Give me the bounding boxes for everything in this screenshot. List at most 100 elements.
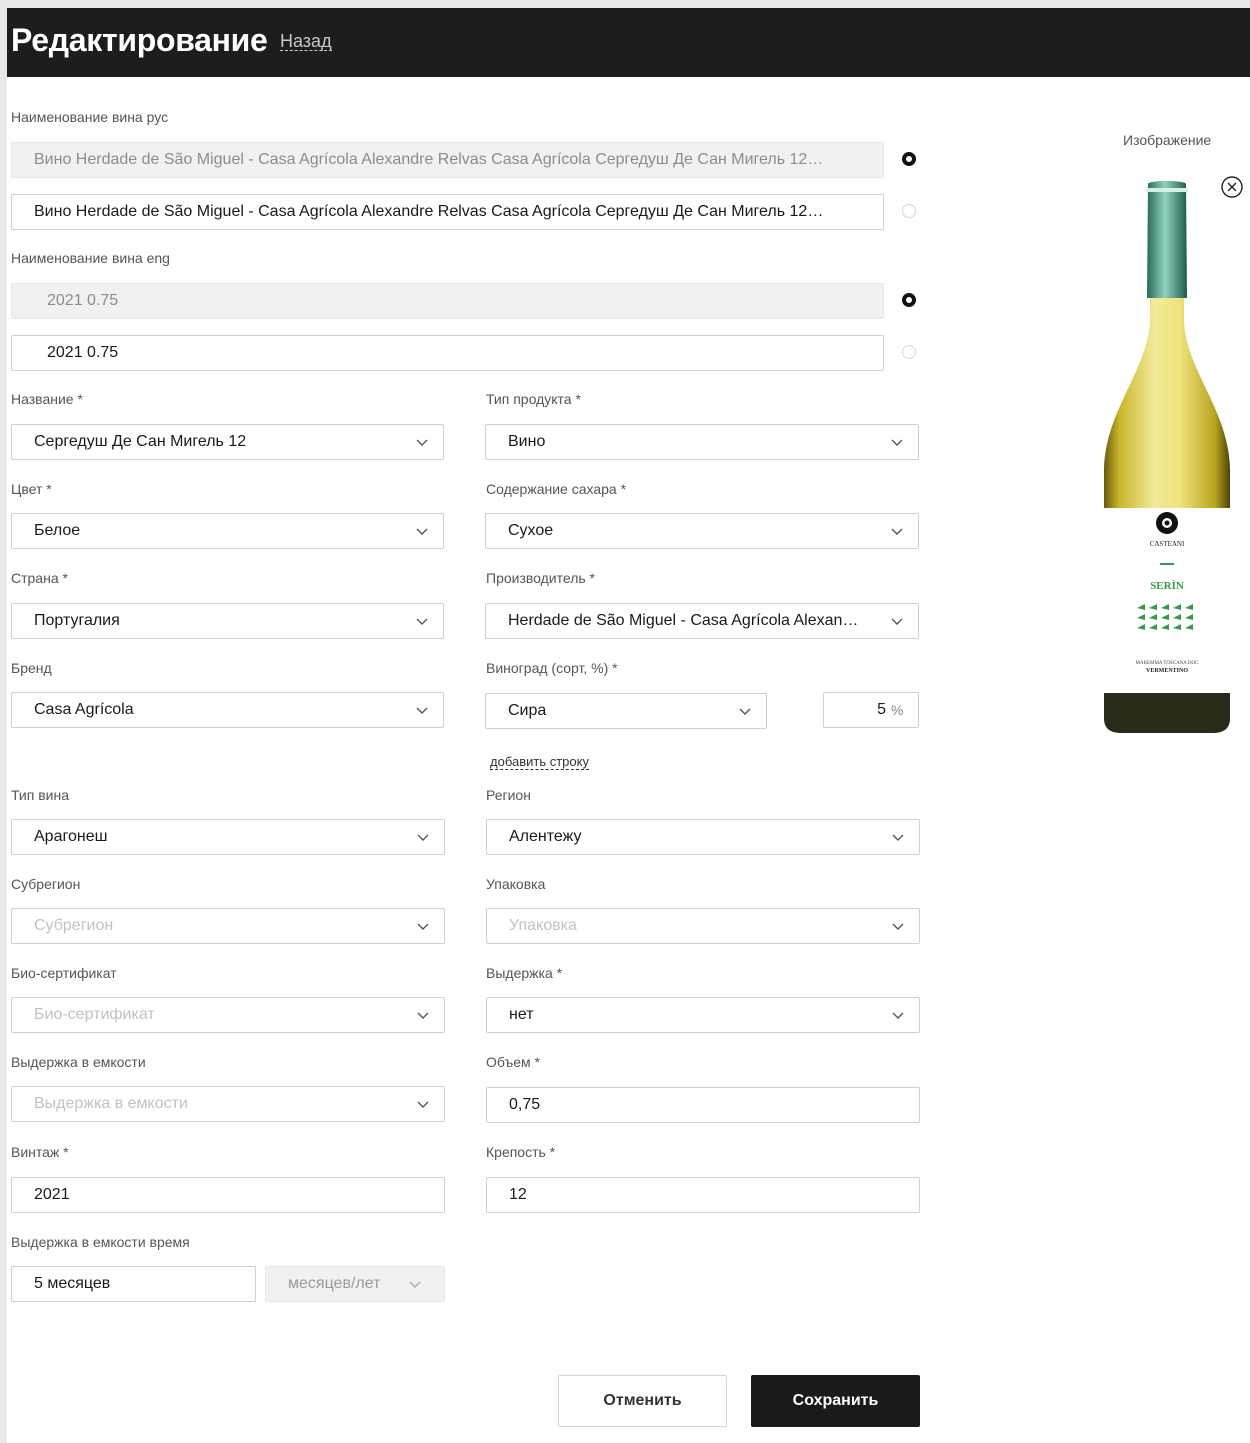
chevron-down-icon <box>739 708 751 715</box>
name-ru-option-1[interactable]: Вино Herdade de São Miguel - Casa Agríco… <box>11 142 884 178</box>
subregion-select[interactable]: Субрегион <box>11 908 445 944</box>
producer-select[interactable]: Herdade de São Miguel - Casa Agrícola Al… <box>485 603 919 639</box>
aging-vessel-select[interactable]: Выдержка в емкости <box>11 1086 445 1122</box>
save-button[interactable]: Сохранить <box>751 1375 920 1427</box>
chevron-down-icon <box>891 618 903 625</box>
bottle-line1-text: MAREMMA TOSCANA DOC <box>1136 661 1200 666</box>
product-type-label: Тип продукта * <box>486 391 581 407</box>
brand-select[interactable]: Casa Agrícola <box>11 692 444 728</box>
aging-label: Выдержка * <box>486 965 563 981</box>
chevron-down-icon <box>417 1101 429 1108</box>
color-value: Белое <box>34 522 81 539</box>
header-bar: Редактирование Назад <box>7 8 1250 77</box>
chevron-down-icon <box>417 923 429 930</box>
chevron-down-icon <box>891 439 903 446</box>
aging-value: нет <box>509 1006 534 1023</box>
chevron-down-icon <box>417 834 429 841</box>
product-type-select[interactable]: Вино <box>485 424 919 460</box>
grape-value: Сира <box>508 702 547 719</box>
name-select[interactable]: Сергедуш Де Сан Мигель 12 <box>11 424 444 460</box>
name-value: Сергедуш Де Сан Мигель 12 <box>34 433 247 450</box>
producer-value: Herdade de São Miguel - Casa Agrícola Al… <box>508 612 918 629</box>
country-value: Португалия <box>34 612 120 629</box>
region-label: Регион <box>486 787 531 803</box>
edit-page: Редактирование Назад Наименование вина р… <box>7 8 1250 1443</box>
name-en-option-1[interactable]: 2021 0.75 <box>11 283 884 319</box>
wine-type-select[interactable]: Арагонеш <box>11 819 445 855</box>
chevron-down-icon <box>416 439 428 446</box>
volume-label: Объем * <box>486 1054 540 1070</box>
subregion-label: Субрегион <box>11 876 81 892</box>
name-en-option-2[interactable]: 2021 0.75 <box>11 335 884 371</box>
volume-value: 0,75 <box>509 1096 541 1113</box>
name-ru-radio-2[interactable] <box>902 204 916 218</box>
cancel-button[interactable]: Отменить <box>558 1375 727 1427</box>
strength-value: 12 <box>509 1186 527 1203</box>
sugar-label: Содержание сахара * <box>486 481 627 497</box>
chevron-down-icon <box>892 1012 904 1019</box>
product-type-value: Вино <box>508 433 546 450</box>
name-en-label: Наименование вина eng <box>11 250 170 266</box>
aging-time-label: Выдержка в емкости время <box>11 1234 190 1250</box>
name-label: Название * <box>11 391 83 407</box>
image-label: Изображение <box>1123 132 1212 148</box>
page-title: Редактирование <box>11 22 268 58</box>
grape-percent-value: 5 <box>877 701 886 718</box>
aging-time-unit-select[interactable]: месяцев/лет <box>265 1266 445 1302</box>
back-link[interactable]: Назад <box>280 32 332 51</box>
wine-bottle-image: CASTEANI SERÌN MAREMMA TOSCANA DOC VERME… <box>1104 181 1230 733</box>
region-select[interactable]: Алентежу <box>486 819 920 855</box>
name-ru-radio-1[interactable] <box>902 152 916 166</box>
bottle-name-text: SERÌN <box>1150 580 1184 592</box>
sugar-value: Сухое <box>508 522 554 539</box>
name-en-option-2-text: 2021 0.75 <box>47 344 119 361</box>
bio-select[interactable]: Био-сертификат <box>11 997 445 1033</box>
grape-select[interactable]: Сира <box>485 693 767 729</box>
chevron-down-icon <box>892 923 904 930</box>
name-ru-option-1-text: Вино Herdade de São Miguel - Casa Agríco… <box>34 151 883 168</box>
strength-label: Крепость * <box>486 1144 556 1160</box>
packaging-select[interactable]: Упаковка <box>486 908 920 944</box>
chevron-down-icon <box>892 834 904 841</box>
chevron-down-icon <box>416 707 428 714</box>
subregion-placeholder: Субрегион <box>34 917 114 934</box>
bio-label: Био-сертификат <box>11 965 117 981</box>
wine-type-label: Тип вина <box>11 787 70 803</box>
percent-sign: % <box>891 702 904 718</box>
country-select[interactable]: Португалия <box>11 603 444 639</box>
bio-placeholder: Био-сертификат <box>34 1006 155 1023</box>
vintage-input[interactable]: 2021 <box>11 1177 445 1213</box>
chevron-down-icon <box>416 618 428 625</box>
brand-label: Бренд <box>11 660 52 676</box>
sugar-select[interactable]: Сухое <box>485 513 919 549</box>
chevron-down-icon <box>409 1281 421 1288</box>
name-en-option-1-text: 2021 0.75 <box>47 292 119 309</box>
grape-label: Виноград (сорт, %) * <box>486 660 618 676</box>
region-value: Алентежу <box>509 828 582 845</box>
color-select[interactable]: Белое <box>11 513 444 549</box>
volume-input[interactable]: 0,75 <box>486 1087 920 1123</box>
wine-type-value: Арагонеш <box>34 828 108 845</box>
chevron-down-icon <box>891 528 903 535</box>
name-en-radio-2[interactable] <box>902 345 916 359</box>
producer-label: Производитель * <box>486 570 595 586</box>
bottle-brand-text: CASTEANI <box>1150 540 1185 548</box>
add-row-link[interactable]: добавить строку <box>490 755 589 770</box>
strength-input[interactable]: 12 <box>486 1177 920 1213</box>
country-label: Страна * <box>11 570 68 586</box>
aging-vessel-label: Выдержка в емкости <box>11 1054 146 1070</box>
brand-value: Casa Agrícola <box>34 701 134 718</box>
grape-percent-input[interactable]: 5 <box>823 692 919 728</box>
packaging-label: Упаковка <box>486 876 546 892</box>
name-en-radio-1[interactable] <box>902 293 916 307</box>
bottle-line2-text: VERMENTINO <box>1146 668 1188 674</box>
aging-vessel-placeholder: Выдержка в емкости <box>34 1095 188 1112</box>
vintage-value: 2021 <box>34 1186 70 1203</box>
packaging-placeholder: Упаковка <box>509 917 577 934</box>
chevron-down-icon <box>416 528 428 535</box>
aging-time-value: 5 месяцев <box>34 1275 111 1292</box>
name-ru-option-2[interactable]: Вино Herdade de São Miguel - Casa Agríco… <box>11 194 884 230</box>
aging-time-input[interactable]: 5 месяцев <box>11 1266 256 1302</box>
vintage-label: Винтаж * <box>11 1144 69 1160</box>
aging-select[interactable]: нет <box>486 997 920 1033</box>
